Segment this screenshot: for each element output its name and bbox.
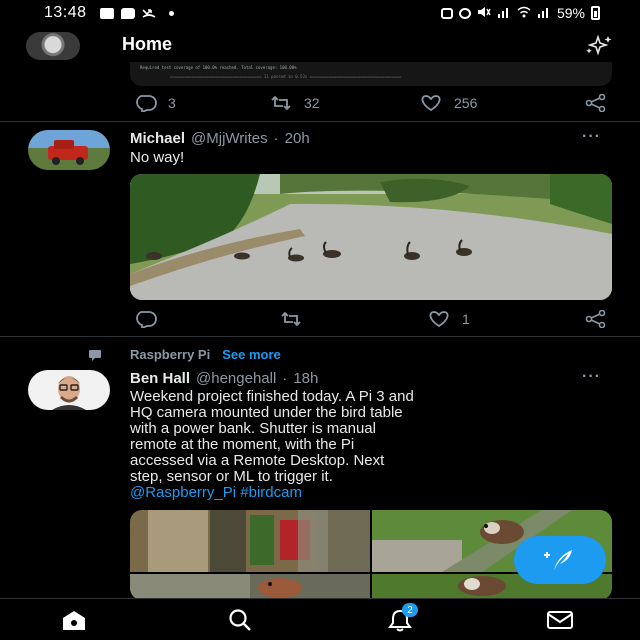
search-icon	[229, 609, 251, 631]
top-app-bar: Home	[0, 26, 640, 64]
reply-button[interactable]	[132, 310, 168, 328]
share-button[interactable]	[582, 310, 610, 328]
share-button[interactable]	[582, 94, 610, 112]
signal-icon	[497, 5, 511, 21]
tweet-photo[interactable]	[130, 510, 370, 572]
page-title: Home	[122, 34, 173, 54]
nav-messages[interactable]	[540, 607, 580, 633]
tweet-text-line: HQ camera mounted under the bird table	[130, 404, 403, 421]
home-icon	[63, 611, 85, 630]
compose-tweet-button[interactable]	[514, 536, 606, 584]
tweet-divider	[0, 121, 640, 122]
tweet-photo[interactable]	[130, 574, 370, 600]
avatar[interactable]	[28, 130, 110, 170]
hashtag-link[interactable]: #birdcam	[240, 484, 302, 501]
share-icon	[585, 310, 606, 328]
mail-icon	[547, 611, 573, 629]
profile-avatar[interactable]	[26, 32, 80, 60]
tweet-time: 20h	[284, 130, 310, 147]
nav-notifications[interactable]: 2	[380, 603, 420, 633]
nav-home[interactable]	[54, 607, 94, 633]
more-options-icon[interactable]: ···	[582, 368, 601, 386]
message-icon	[120, 7, 135, 19]
topic-context: Raspberry Pi See more	[130, 347, 281, 362]
wifi-icon	[517, 5, 531, 21]
tweet-text-line: accessed via a Remote Desktop. Next	[130, 452, 385, 469]
tweet-links: @Raspberry_Pi #birdcam	[130, 485, 610, 501]
share-icon	[585, 94, 606, 112]
topic-icon	[88, 348, 102, 361]
notification-badge: 2	[402, 603, 418, 617]
reply-icon	[136, 95, 157, 112]
user-handle[interactable]: @hengehall	[196, 370, 276, 387]
dot-icon	[168, 10, 174, 16]
sparkle-icon[interactable]	[582, 34, 614, 56]
user-handle[interactable]: @MjjWrites	[191, 130, 268, 147]
tweet-actions: 1	[130, 310, 612, 330]
nav-search[interactable]	[220, 607, 260, 633]
tweet-text-line: with a power bank. Shutter is manual	[130, 420, 376, 437]
missed-call-icon	[141, 5, 156, 22]
display-name[interactable]: Ben Hall	[130, 370, 190, 387]
heart-icon	[429, 311, 449, 328]
separator: ·	[273, 130, 279, 147]
image-icon	[99, 7, 114, 19]
tweet-text: Weekend project finished today. A Pi 3 a…	[130, 389, 610, 501]
alarm-icon	[458, 7, 471, 19]
reply-button[interactable]: 3	[132, 94, 176, 112]
reply-icon	[136, 311, 157, 328]
code-line: Required test coverage of 100.0% reached…	[140, 65, 297, 70]
retweet-count: 32	[304, 95, 320, 111]
retweet-button[interactable]	[278, 310, 314, 328]
battery-text: 59%	[556, 5, 585, 21]
see-more-link[interactable]: See more	[222, 347, 281, 362]
tweet-photo[interactable]	[130, 174, 612, 300]
tweet-text-line: Weekend project finished today. A Pi 3 a…	[130, 388, 414, 405]
tweet-header: Michael @MjjWrites · 20h	[130, 130, 310, 147]
tweet-text-line: remote at the moment, with the Pi	[130, 436, 355, 453]
home-icon	[440, 7, 453, 19]
separator: ·	[282, 370, 288, 387]
topic-label[interactable]: Raspberry Pi	[130, 347, 210, 362]
signal-icon	[537, 5, 551, 21]
retweet-button[interactable]: 32	[268, 94, 320, 112]
compose-feather-icon	[544, 550, 572, 570]
heart-icon	[421, 95, 441, 112]
like-button[interactable]: 256	[418, 94, 477, 112]
like-count: 256	[454, 95, 478, 111]
tweet-time: 18h	[293, 370, 319, 387]
like-button[interactable]: 1	[426, 310, 470, 328]
code-line: ====================================== 1…	[170, 74, 402, 79]
mention-link[interactable]: @Raspberry_Pi	[130, 484, 236, 501]
like-count: 1	[462, 311, 470, 327]
display-name[interactable]: Michael	[130, 130, 185, 147]
retweet-icon	[281, 311, 301, 327]
battery-icon	[591, 6, 600, 20]
code-screenshot-card[interactable]: Required test coverage of 100.0% reached…	[130, 62, 612, 86]
tweet-text-line: step, sensor or ML to trigger it.	[130, 468, 333, 485]
status-time: 13:48	[44, 4, 87, 21]
mute-icon	[477, 5, 491, 21]
reply-count: 3	[168, 95, 176, 111]
bottom-navigation: 2	[0, 598, 640, 640]
tweet-divider	[0, 336, 640, 337]
more-options-icon[interactable]: ···	[582, 128, 601, 146]
status-bar: 13:48 59%	[0, 0, 640, 26]
tweet-text: No way!	[130, 149, 185, 166]
avatar[interactable]	[28, 370, 110, 410]
retweet-icon	[271, 95, 291, 111]
tweet-header: Ben Hall @hengehall · 18h	[130, 370, 318, 387]
tweet-actions: 3 32 256	[130, 94, 612, 114]
